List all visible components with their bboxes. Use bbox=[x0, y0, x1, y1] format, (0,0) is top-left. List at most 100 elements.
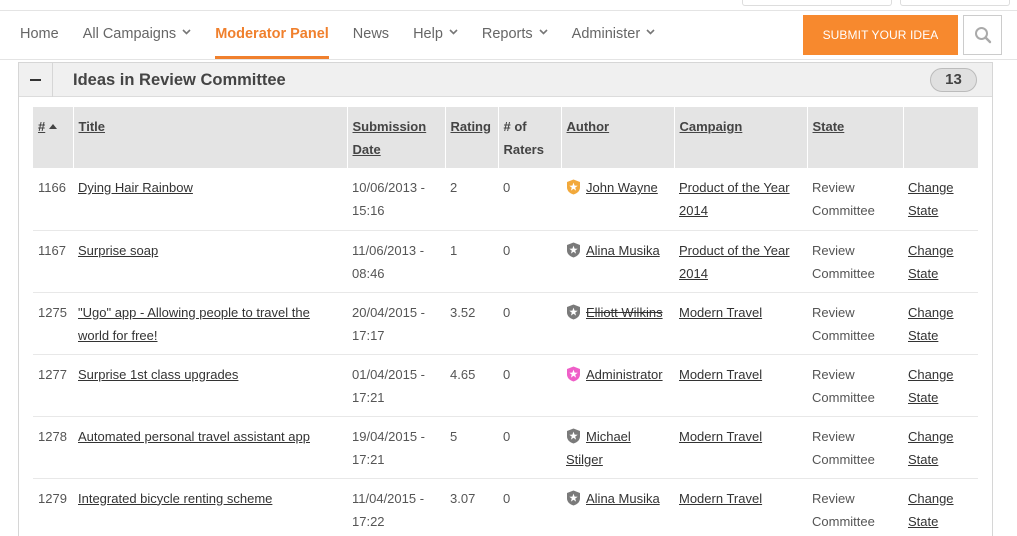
campaign-link[interactable]: Product of the Year 2014 bbox=[679, 180, 790, 218]
campaign-link[interactable]: Modern Travel bbox=[679, 305, 762, 320]
nav-item-administer[interactable]: Administer bbox=[572, 11, 656, 59]
header-title-label[interactable]: Title bbox=[79, 119, 106, 134]
header-author-label[interactable]: Author bbox=[567, 119, 610, 134]
table-row: 1278 Automated personal travel assistant … bbox=[33, 416, 978, 479]
campaign-link[interactable]: Modern Travel bbox=[679, 367, 762, 382]
cell-rating: 4.65 bbox=[445, 354, 498, 417]
header-author[interactable]: Author bbox=[561, 107, 675, 168]
nav-item-label: Home bbox=[20, 26, 59, 42]
cell-author: Administrator bbox=[561, 354, 674, 417]
cell-rating: 1 bbox=[445, 230, 498, 293]
cell-author: John Wayne bbox=[561, 168, 674, 231]
header-campaign[interactable]: Campaign bbox=[674, 107, 808, 168]
author-link[interactable]: Alina Musika bbox=[586, 243, 660, 258]
nav-item-all-campaigns[interactable]: All Campaigns bbox=[83, 11, 192, 59]
nav-item-home[interactable]: Home bbox=[20, 11, 59, 59]
nav-item-label: News bbox=[352, 26, 390, 42]
cell-date: 20/04/2015 - 17:17 bbox=[347, 292, 445, 355]
change-state-link[interactable]: Change State bbox=[908, 243, 954, 281]
cell-state: Review Committee bbox=[807, 354, 903, 417]
user-badge-icon bbox=[567, 490, 580, 505]
table-body: 1166 Dying Hair Rainbow 10/06/2013 - 15:16… bbox=[33, 168, 978, 536]
header-state[interactable]: State bbox=[807, 107, 904, 168]
search-icon bbox=[974, 27, 991, 44]
nav-item-label: Administer bbox=[571, 26, 641, 42]
cell-raters: 0 bbox=[498, 292, 561, 355]
change-state-link[interactable]: Change State bbox=[908, 491, 954, 529]
count-badge: 13 bbox=[930, 68, 977, 92]
change-state-link[interactable]: Change State bbox=[908, 305, 954, 343]
idea-title-link[interactable]: Surprise soap bbox=[78, 243, 158, 258]
cell-title: Automated personal travel assistant app bbox=[73, 416, 347, 479]
header-rating[interactable]: Rating bbox=[445, 107, 499, 168]
change-state-link[interactable]: Change State bbox=[908, 367, 954, 405]
cell-title: "Ugo" app - Allowing people to travel th… bbox=[73, 292, 347, 355]
nav-item-help[interactable]: Help bbox=[413, 11, 458, 59]
panel-title: Ideas in Review Committee bbox=[73, 71, 286, 89]
cell-action: Change State bbox=[903, 168, 978, 231]
table-row: 1275 "Ugo" app - Allowing people to trave… bbox=[33, 292, 978, 355]
nav-menu: Home All Campaigns Moderator Panel News Help… bbox=[20, 11, 679, 59]
cell-action: Change State bbox=[903, 354, 978, 417]
nav-item-label: Reports bbox=[481, 26, 533, 42]
cell-campaign: Modern Travel bbox=[674, 292, 807, 355]
nav-item-label: Help bbox=[413, 26, 443, 42]
cell-num: 1167 bbox=[33, 230, 73, 293]
header-num[interactable]: # bbox=[33, 107, 74, 168]
header-submission-date[interactable]: Submission Date bbox=[347, 107, 446, 168]
cell-action: Change State bbox=[903, 416, 978, 479]
author-link[interactable]: Administrator bbox=[586, 367, 663, 382]
cell-author: Michael Stilger bbox=[561, 416, 674, 479]
cell-state: Review Committee bbox=[807, 292, 903, 355]
submit-idea-button[interactable]: SUBMIT YOUR IDEA bbox=[803, 15, 958, 55]
header-campaign-label[interactable]: Campaign bbox=[680, 119, 743, 134]
cell-raters: 0 bbox=[498, 416, 561, 479]
header-date-label[interactable]: Submission Date bbox=[353, 119, 427, 157]
change-state-link[interactable]: Change State bbox=[908, 180, 954, 218]
cell-action: Change State bbox=[903, 230, 978, 293]
cell-date: 10/06/2013 - 15:16 bbox=[347, 168, 445, 231]
ideas-table: # Title Submission Date Rating # of Rate… bbox=[33, 107, 978, 536]
cell-num: 1278 bbox=[33, 416, 73, 479]
nav-item-reports[interactable]: Reports bbox=[482, 11, 548, 59]
table-row: 1166 Dying Hair Rainbow 10/06/2013 - 15:16… bbox=[33, 168, 978, 231]
nav-item-label: All Campaigns bbox=[82, 26, 177, 42]
top-strip bbox=[0, 0, 1017, 8]
table-row: 1279 Integrated bicycle renting scheme 11/… bbox=[33, 478, 978, 536]
header-num-label[interactable]: # bbox=[38, 119, 45, 134]
header-raters-label: # of Raters bbox=[503, 119, 544, 157]
idea-title-link[interactable]: Integrated bicycle renting scheme bbox=[78, 491, 272, 506]
cell-num: 1277 bbox=[33, 354, 73, 417]
cell-title: Surprise 1st class upgrades bbox=[73, 354, 347, 417]
table-header-row: # Title Submission Date Rating # of Rate… bbox=[33, 107, 978, 168]
author-link[interactable]: John Wayne bbox=[586, 180, 658, 195]
idea-title-link[interactable]: Dying Hair Rainbow bbox=[78, 180, 193, 195]
chevron-down-icon bbox=[539, 29, 548, 35]
header-state-label[interactable]: State bbox=[813, 119, 845, 134]
cell-num: 1275 bbox=[33, 292, 73, 355]
header-rating-label[interactable]: Rating bbox=[451, 119, 491, 134]
search-button[interactable] bbox=[963, 15, 1002, 55]
cell-campaign: Modern Travel bbox=[674, 416, 807, 479]
nav-item-moderator-panel[interactable]: Moderator Panel bbox=[215, 11, 329, 59]
cell-campaign: Product of the Year 2014 bbox=[674, 230, 807, 293]
collapse-button[interactable] bbox=[19, 63, 53, 97]
cell-num: 1279 bbox=[33, 478, 73, 536]
cell-state: Review Committee bbox=[807, 478, 903, 536]
main-navbar: Home All Campaigns Moderator Panel News Help… bbox=[0, 10, 1017, 60]
campaign-link[interactable]: Product of the Year 2014 bbox=[679, 243, 790, 281]
campaign-link[interactable]: Modern Travel bbox=[679, 491, 762, 506]
campaign-link[interactable]: Modern Travel bbox=[679, 429, 762, 444]
header-title[interactable]: Title bbox=[73, 107, 348, 168]
author-link[interactable]: Elliott Wilkins bbox=[586, 305, 663, 320]
cell-campaign: Modern Travel bbox=[674, 354, 807, 417]
nav-item-news[interactable]: News bbox=[353, 11, 389, 59]
idea-title-link[interactable]: "Ugo" app - Allowing people to travel th… bbox=[78, 305, 310, 343]
cell-raters: 0 bbox=[498, 168, 561, 231]
change-state-link[interactable]: Change State bbox=[908, 429, 954, 467]
idea-title-link[interactable]: Automated personal travel assistant app bbox=[78, 429, 310, 444]
cell-num: 1166 bbox=[33, 168, 73, 231]
author-link[interactable]: Alina Musika bbox=[586, 491, 660, 506]
idea-title-link[interactable]: Surprise 1st class upgrades bbox=[78, 367, 238, 382]
table-row: 1277 Surprise 1st class upgrades 01/04/201… bbox=[33, 354, 978, 417]
